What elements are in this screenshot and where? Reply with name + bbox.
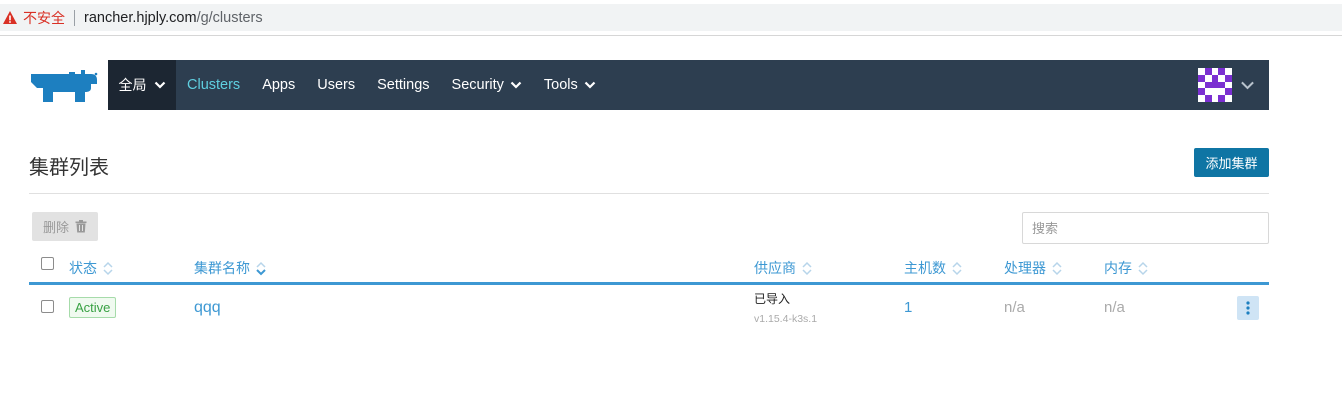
column-header-name[interactable]: 集群名称 bbox=[194, 258, 267, 278]
column-header-label: 内存 bbox=[1104, 260, 1132, 276]
sort-icon bbox=[1138, 261, 1148, 275]
sort-icon bbox=[802, 261, 812, 275]
url-path: /g/clusters bbox=[196, 9, 263, 26]
sort-desc-icon bbox=[256, 261, 266, 275]
nav-item-tools[interactable]: Tools bbox=[533, 60, 607, 110]
avatar[interactable] bbox=[1198, 68, 1232, 102]
add-cluster-button[interactable]: 添加集群 bbox=[1194, 148, 1269, 177]
delete-button[interactable]: 删除 bbox=[32, 212, 98, 241]
nav-item-clusters[interactable]: Clusters bbox=[176, 60, 251, 110]
column-header-state[interactable]: 状态 bbox=[69, 258, 114, 278]
sort-icon bbox=[1052, 261, 1062, 275]
column-header-label: 供应商 bbox=[754, 260, 796, 276]
trash-icon bbox=[75, 220, 87, 233]
nav-item-label: Clusters bbox=[187, 77, 241, 93]
nav-item-label: Settings bbox=[377, 77, 430, 93]
node-count-link[interactable]: 1 bbox=[904, 299, 912, 316]
warning-icon[interactable] bbox=[2, 10, 18, 26]
nav-item-label: Apps bbox=[262, 77, 296, 93]
global-scope-label: 全局 bbox=[118, 77, 147, 93]
sort-icon bbox=[952, 261, 962, 275]
status-badge: Active bbox=[69, 297, 117, 318]
column-header-label: 主机数 bbox=[904, 260, 946, 276]
global-scope-switcher[interactable]: 全局 bbox=[108, 60, 176, 110]
nav-item-security[interactable]: Security bbox=[441, 60, 533, 110]
chevron-down-icon bbox=[510, 81, 522, 89]
column-header-label: 处理器 bbox=[1004, 260, 1046, 276]
nav-item-label: Users bbox=[317, 77, 356, 93]
header-divider bbox=[29, 193, 1269, 194]
nav-item-users[interactable]: Users bbox=[306, 60, 366, 110]
insecure-label[interactable]: 不安全 bbox=[23, 8, 65, 28]
column-header-memory[interactable]: 内存 bbox=[1104, 258, 1149, 278]
nav-item-label: Tools bbox=[543, 77, 578, 93]
kebab-menu-icon bbox=[1246, 301, 1250, 315]
select-all-checkbox[interactable] bbox=[41, 257, 54, 270]
browser-address-bar: 不安全 rancher.hjply.com/g/clusters bbox=[0, 0, 1342, 36]
user-menu[interactable] bbox=[1198, 68, 1255, 102]
provider-cell: 已导入 bbox=[754, 292, 791, 306]
chevron-down-icon bbox=[154, 81, 165, 89]
address-separator bbox=[74, 9, 75, 26]
column-header-label: 集群名称 bbox=[194, 260, 250, 276]
chevron-down-icon bbox=[584, 81, 596, 89]
url-text[interactable]: rancher.hjply.com/g/clusters bbox=[84, 10, 263, 26]
row-checkbox[interactable] bbox=[41, 300, 54, 313]
nav-item-apps[interactable]: Apps bbox=[251, 60, 306, 110]
table-row: Active qqq 已导入 v1.15.4-k3s.1 1 n/a n/a bbox=[29, 286, 1269, 332]
column-header-provider[interactable]: 供应商 bbox=[754, 258, 813, 278]
omnibox[interactable]: 不安全 rancher.hjply.com/g/clusters bbox=[0, 4, 1342, 31]
top-navbar: 全局 Clusters Apps Users Settings Security… bbox=[108, 60, 1269, 110]
chevron-down-icon[interactable] bbox=[1240, 78, 1255, 93]
nav-item-settings[interactable]: Settings bbox=[366, 60, 440, 110]
cluster-name-link[interactable]: qqq bbox=[194, 299, 221, 317]
page-title: 集群列表 bbox=[29, 157, 109, 179]
search-input[interactable] bbox=[1022, 212, 1269, 244]
cpu-cell: n/a bbox=[1004, 299, 1025, 316]
sort-icon bbox=[103, 261, 113, 275]
table-header: 状态 集群名称 供应商 主机数 处理器 内存 bbox=[29, 252, 1269, 285]
provider-version: v1.15.4-k3s.1 bbox=[754, 313, 818, 325]
row-actions-button[interactable] bbox=[1237, 296, 1259, 320]
delete-button-label: 删除 bbox=[42, 220, 69, 235]
memory-cell: n/a bbox=[1104, 299, 1125, 316]
url-host: rancher.hjply.com bbox=[84, 9, 197, 26]
column-header-cpu[interactable]: 处理器 bbox=[1004, 258, 1063, 278]
column-header-label: 状态 bbox=[69, 260, 97, 276]
column-header-nodes[interactable]: 主机数 bbox=[904, 258, 963, 278]
rancher-logo[interactable] bbox=[29, 70, 99, 104]
nav-item-label: Security bbox=[451, 77, 504, 93]
